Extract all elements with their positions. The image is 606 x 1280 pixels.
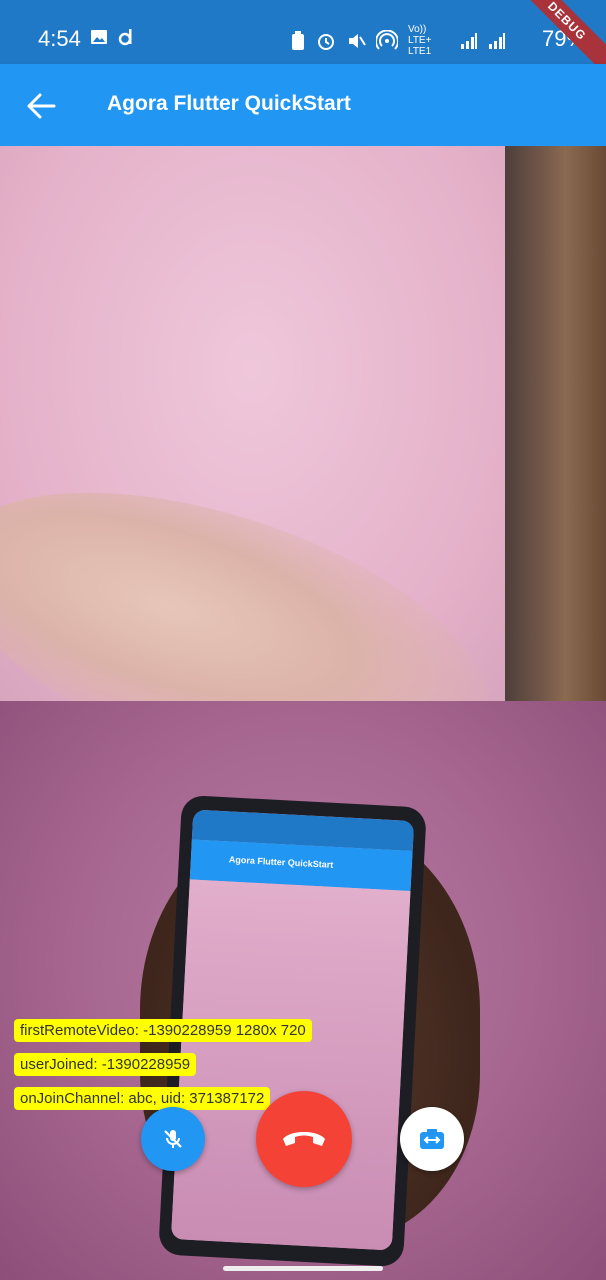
mute-button[interactable] [141,1107,205,1171]
gesture-nav-handle[interactable] [223,1266,383,1271]
arrow-back-icon [27,93,56,119]
end-call-button[interactable] [256,1091,352,1187]
app-bar: Agora Flutter QuickStart [0,64,606,146]
hotspot-icon [376,29,398,50]
status-right-icons: Vo)) LTE+ LTE1 [290,24,506,57]
log-item: onJoinChannel: abc, uid: 371387172 [14,1087,271,1110]
switch-camera-icon [420,1129,444,1149]
status-left-icons [90,28,134,46]
mic-off-icon [164,1130,182,1148]
image-icon [91,30,107,44]
signal-icon [461,32,477,49]
log-item: firstRemoteVideo: -1390228959 1280x 720 [14,1019,312,1042]
log-item: userJoined: -1390228959 [14,1053,197,1076]
status-time: 4:54 [38,26,81,51]
local-video-view: Agora Flutter QuickStart [0,701,606,1280]
event-log-list: firstRemoteVideo: -1390228959 1280x 720 … [14,1019,312,1121]
remote-video-view [0,146,606,701]
flutter-d-icon [118,29,132,46]
call-end-icon [283,1132,325,1146]
alarm-icon [318,33,334,50]
status-bar: 4:54 Vo)) LTE+ LTE1 79% DEBUG [0,0,606,82]
remote-video-door-frame [505,146,606,701]
phone-app-title: Agora Flutter QuickStart [228,854,334,870]
switch-camera-button[interactable] [400,1107,464,1171]
network-label: Vo)) LTE+ LTE1 [408,24,432,57]
page-title: Agora Flutter QuickStart [107,92,351,115]
battery-saver-icon [292,30,304,50]
signal-icon-2 [489,32,505,49]
back-button[interactable] [26,92,56,120]
mute-notifications-icon [349,33,366,48]
